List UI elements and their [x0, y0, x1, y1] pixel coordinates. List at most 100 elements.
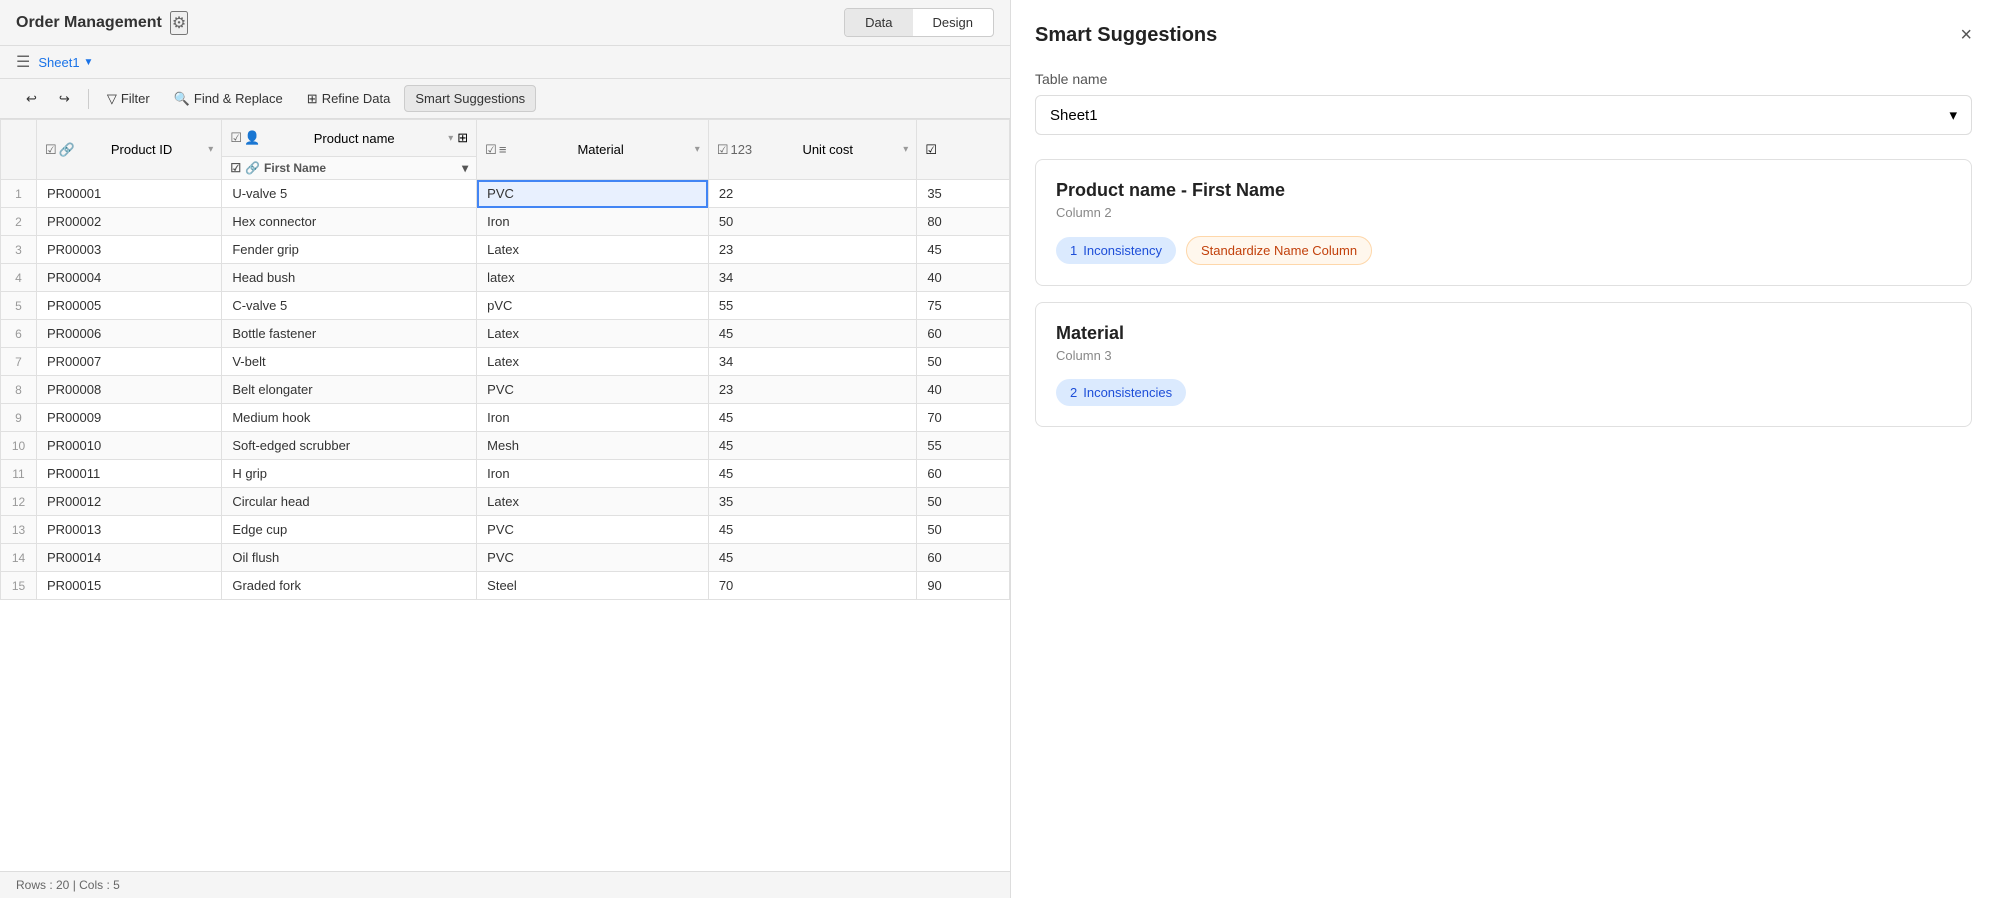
cell-material[interactable]: PVC [477, 544, 709, 572]
cell-unit-cost[interactable]: 45 [708, 320, 917, 348]
cell-unit-cost[interactable]: 70 [708, 572, 917, 600]
cell-unit-cost[interactable]: 50 [708, 208, 917, 236]
cell-material[interactable]: PVC [477, 516, 709, 544]
find-replace-button[interactable]: 🔍 Find & Replace [164, 86, 293, 112]
cell-product-name[interactable]: Oil flush [222, 544, 477, 572]
inconsistency-badge: 1 Inconsistency [1056, 237, 1176, 264]
cell-material[interactable]: PVC [477, 180, 709, 208]
cell-product-id[interactable]: PR00012 [37, 488, 222, 516]
cell-extra[interactable]: 60 [917, 544, 1010, 572]
cell-unit-cost[interactable]: 34 [708, 264, 917, 292]
cell-product-name[interactable]: Hex connector [222, 208, 477, 236]
cell-product-id[interactable]: PR00002 [37, 208, 222, 236]
cell-product-id[interactable]: PR00011 [37, 460, 222, 488]
cell-product-id[interactable]: PR00003 [37, 236, 222, 264]
filter-button[interactable]: ▽ Filter [97, 86, 160, 112]
cell-product-id[interactable]: PR00010 [37, 432, 222, 460]
tab-design[interactable]: Design [913, 9, 993, 36]
cell-unit-cost[interactable]: 45 [708, 544, 917, 572]
cell-product-name[interactable]: Soft-edged scrubber [222, 432, 477, 460]
cell-unit-cost[interactable]: 34 [708, 348, 917, 376]
cell-product-id[interactable]: PR00009 [37, 404, 222, 432]
cell-unit-cost[interactable]: 55 [708, 292, 917, 320]
col-header-product-name[interactable]: ☑ 👤 Product name ▾ ⊞ ☑ 🔗 First Name ▾ [222, 120, 477, 180]
cell-product-id[interactable]: PR00007 [37, 348, 222, 376]
column-header-row: ☑ 🔗 Product ID ▾ ☑ 👤 [1, 120, 1010, 180]
cell-unit-cost[interactable]: 23 [708, 236, 917, 264]
cell-product-name[interactable]: Medium hook [222, 404, 477, 432]
cell-extra[interactable]: 70 [917, 404, 1010, 432]
close-button[interactable]: × [1960, 24, 1972, 47]
settings-icon[interactable]: ⚙ [170, 11, 188, 35]
cell-extra[interactable]: 45 [917, 236, 1010, 264]
cell-material[interactable]: Iron [477, 208, 709, 236]
cell-product-name[interactable]: V-belt [222, 348, 477, 376]
cell-extra[interactable]: 90 [917, 572, 1010, 600]
cell-product-name[interactable]: Circular head [222, 488, 477, 516]
cell-extra[interactable]: 75 [917, 292, 1010, 320]
cell-unit-cost[interactable]: 45 [708, 432, 917, 460]
cell-extra[interactable]: 35 [917, 180, 1010, 208]
cell-material[interactable]: Iron [477, 460, 709, 488]
cell-product-id[interactable]: PR00013 [37, 516, 222, 544]
tab-data[interactable]: Data [845, 9, 912, 36]
cell-unit-cost[interactable]: 45 [708, 516, 917, 544]
cell-material[interactable]: latex [477, 264, 709, 292]
cell-product-id[interactable]: PR00004 [37, 264, 222, 292]
cell-material[interactable]: Mesh [477, 432, 709, 460]
cell-extra[interactable]: 80 [917, 208, 1010, 236]
col-header-extra[interactable]: ☑ [917, 120, 1010, 180]
table-name-select[interactable]: Sheet1 ▾ [1035, 95, 1972, 135]
cell-product-name[interactable]: Fender grip [222, 236, 477, 264]
cell-extra[interactable]: 60 [917, 320, 1010, 348]
cell-material[interactable]: PVC [477, 376, 709, 404]
col-header-unit-cost[interactable]: ☑ 123 Unit cost ▾ [708, 120, 917, 180]
cell-product-name[interactable]: C-valve 5 [222, 292, 477, 320]
cell-unit-cost[interactable]: 45 [708, 404, 917, 432]
cell-product-id[interactable]: PR00008 [37, 376, 222, 404]
cell-material[interactable]: Latex [477, 236, 709, 264]
cell-product-name[interactable]: Belt elongater [222, 376, 477, 404]
cell-unit-cost[interactable]: 22 [708, 180, 917, 208]
checkbox-icon: ☑ [717, 142, 729, 158]
cell-unit-cost[interactable]: 35 [708, 488, 917, 516]
cell-product-id[interactable]: PR00001 [37, 180, 222, 208]
col-header-product-id[interactable]: ☑ 🔗 Product ID ▾ [37, 120, 222, 180]
cell-extra[interactable]: 40 [917, 376, 1010, 404]
col-header-material[interactable]: ☑ ≡ Material ▾ [477, 120, 709, 180]
undo-button[interactable]: ↩ [16, 86, 47, 112]
cell-product-name[interactable]: H grip [222, 460, 477, 488]
cell-product-id[interactable]: PR00006 [37, 320, 222, 348]
standardize-button[interactable]: Standardize Name Column [1186, 236, 1372, 265]
cell-product-id[interactable]: PR00005 [37, 292, 222, 320]
cell-material[interactable]: Latex [477, 348, 709, 376]
refine-data-button[interactable]: ⊞ Refine Data [297, 86, 401, 112]
sheet-tab[interactable]: Sheet1 ▼ [38, 55, 93, 70]
cell-product-name[interactable]: Graded fork [222, 572, 477, 600]
cell-extra[interactable]: 55 [917, 432, 1010, 460]
cell-product-name[interactable]: Bottle fastener [222, 320, 477, 348]
badge-row: 1 Inconsistency Standardize Name Column [1056, 236, 1951, 265]
cell-product-name[interactable]: Head bush [222, 264, 477, 292]
cell-extra[interactable]: 50 [917, 488, 1010, 516]
cell-product-name[interactable]: Edge cup [222, 516, 477, 544]
row-number: 10 [1, 432, 37, 460]
cell-unit-cost[interactable]: 45 [708, 460, 917, 488]
cell-material[interactable]: Latex [477, 320, 709, 348]
cell-material[interactable]: Steel [477, 572, 709, 600]
cell-product-id[interactable]: PR00015 [37, 572, 222, 600]
menu-icon[interactable]: ☰ [16, 52, 30, 72]
cell-material[interactable]: pVC [477, 292, 709, 320]
cell-extra[interactable]: 50 [917, 516, 1010, 544]
cell-extra[interactable]: 60 [917, 460, 1010, 488]
row-number: 8 [1, 376, 37, 404]
cell-extra[interactable]: 50 [917, 348, 1010, 376]
cell-unit-cost[interactable]: 23 [708, 376, 917, 404]
cell-material[interactable]: Latex [477, 488, 709, 516]
cell-product-id[interactable]: PR00014 [37, 544, 222, 572]
redo-button[interactable]: ↪ [49, 86, 80, 112]
smart-suggestions-button[interactable]: Smart Suggestions [404, 85, 536, 112]
cell-extra[interactable]: 40 [917, 264, 1010, 292]
cell-product-name[interactable]: U-valve 5 [222, 180, 477, 208]
cell-material[interactable]: Iron [477, 404, 709, 432]
